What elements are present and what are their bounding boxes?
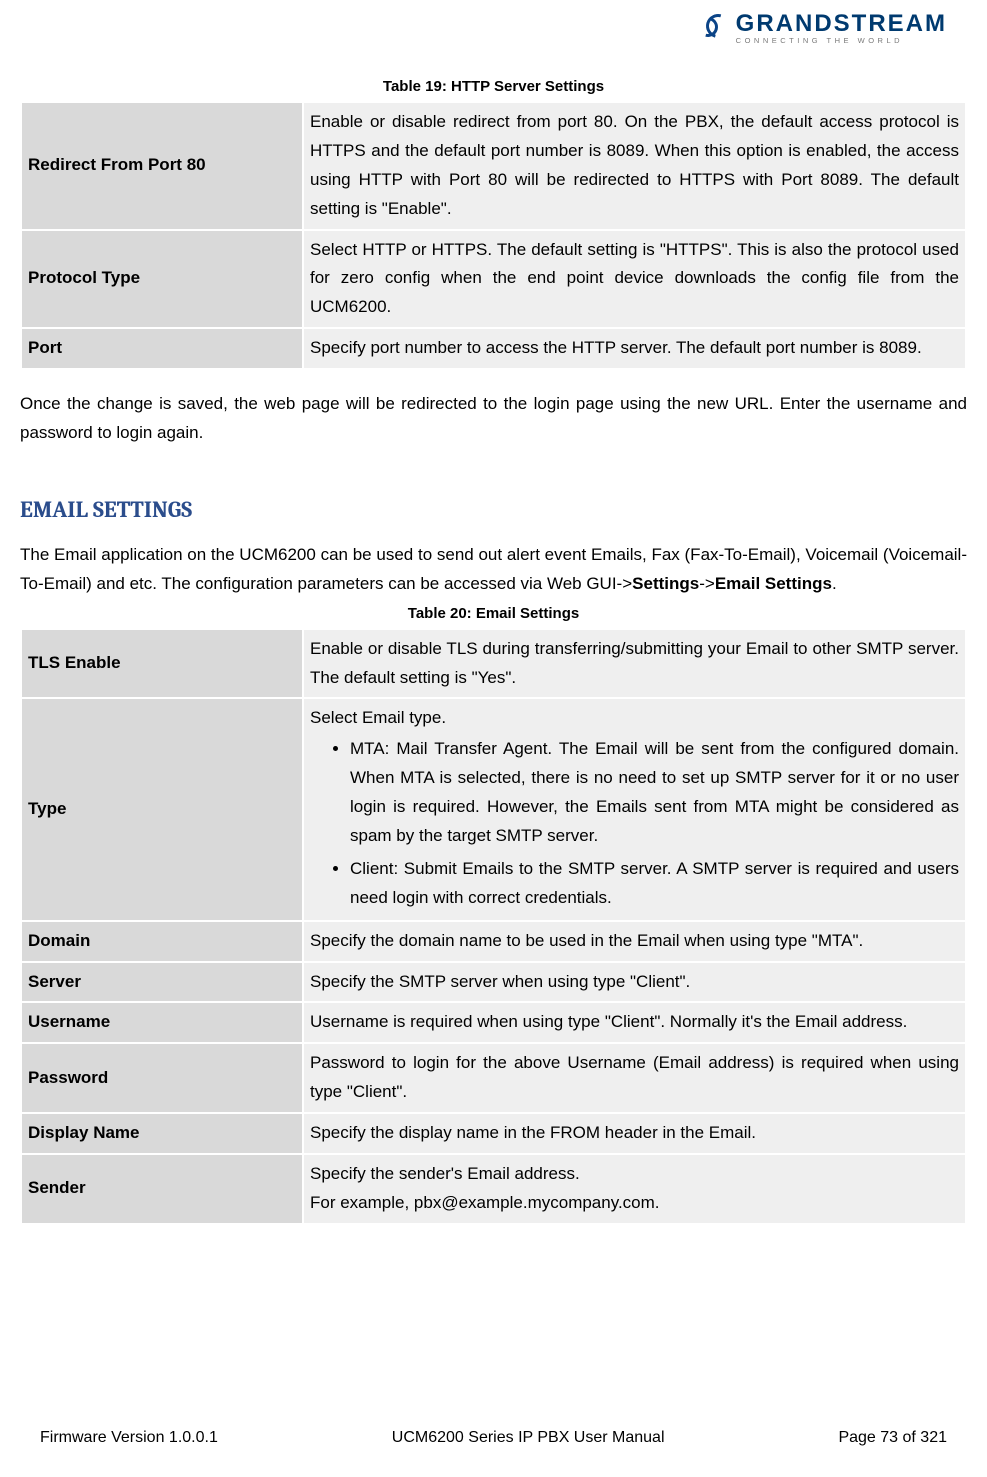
table-row: Password Password to login for the above… xyxy=(21,1043,966,1113)
grandstream-swirl-icon xyxy=(698,12,730,36)
table-row: Type Select Email type. MTA: Mail Transf… xyxy=(21,698,966,920)
email-intro-settings-bold: Settings xyxy=(632,574,699,593)
email-intro-emailsettings-bold: Email Settings xyxy=(715,574,832,593)
list-item: MTA: Mail Transfer Agent. The Email will… xyxy=(350,733,959,853)
row-label-tls: TLS Enable xyxy=(21,629,303,699)
row-desc-tls: Enable or disable TLS during transferrin… xyxy=(303,629,966,699)
table-row: Redirect From Port 80 Enable or disable … xyxy=(21,102,966,230)
logo-text: GRANDSTREAM xyxy=(698,10,947,38)
table-row: TLS Enable Enable or disable TLS during … xyxy=(21,629,966,699)
email-settings-heading: EMAIL SETTINGS xyxy=(20,468,967,541)
table-row: Protocol Type Select HTTP or HTTPS. The … xyxy=(21,230,966,329)
row-desc-domain: Specify the domain name to be used in th… xyxy=(303,921,966,962)
table-row: Display Name Specify the display name in… xyxy=(21,1113,966,1154)
table-row: Sender Specify the sender's Email addres… xyxy=(21,1154,966,1224)
sender-line2: For example, pbx@example.mycompany.com. xyxy=(310,1189,959,1218)
row-desc-displayname: Specify the display name in the FROM hea… xyxy=(303,1113,966,1154)
row-label-type: Type xyxy=(21,698,303,920)
type-options-list: MTA: Mail Transfer Agent. The Email will… xyxy=(310,733,959,914)
row-desc-server: Specify the SMTP server when using type … xyxy=(303,962,966,1003)
row-desc-port: Specify port number to access the HTTP s… xyxy=(303,328,966,369)
table-row: Domain Specify the domain name to be use… xyxy=(21,921,966,962)
type-intro-text: Select Email type. xyxy=(310,704,959,733)
row-label-domain: Domain xyxy=(21,921,303,962)
row-desc-password: Password to login for the above Username… xyxy=(303,1043,966,1113)
table-20-caption: Table 20: Email Settings xyxy=(20,603,967,628)
table-19-caption: Table 19: HTTP Server Settings xyxy=(20,58,967,101)
row-label-username: Username xyxy=(21,1002,303,1043)
sender-line1: Specify the sender's Email address. xyxy=(310,1160,959,1189)
row-label-redirect: Redirect From Port 80 xyxy=(21,102,303,230)
row-label-displayname: Display Name xyxy=(21,1113,303,1154)
row-label-server: Server xyxy=(21,962,303,1003)
list-item: Client: Submit Emails to the SMTP server… xyxy=(350,853,959,915)
redirect-note-paragraph: Once the change is saved, the web page w… xyxy=(20,370,967,468)
footer-page-number: Page 73 of 321 xyxy=(838,1429,947,1447)
row-desc-protocol: Select HTTP or HTTPS. The default settin… xyxy=(303,230,966,329)
email-settings-table: TLS Enable Enable or disable TLS during … xyxy=(20,628,967,1225)
table-row: Server Specify the SMTP server when usin… xyxy=(21,962,966,1003)
row-label-password: Password xyxy=(21,1043,303,1113)
row-desc-type: Select Email type. MTA: Mail Transfer Ag… xyxy=(303,698,966,920)
page-footer: Firmware Version 1.0.0.1 UCM6200 Series … xyxy=(40,1429,947,1447)
row-label-port: Port xyxy=(21,328,303,369)
logo-brand-text: GRANDSTREAM xyxy=(736,10,947,38)
footer-document-title: UCM6200 Series IP PBX User Manual xyxy=(392,1429,665,1447)
footer-firmware-version: Firmware Version 1.0.0.1 xyxy=(40,1429,218,1447)
row-label-protocol: Protocol Type xyxy=(21,230,303,329)
row-desc-username: Username is required when using type "Cl… xyxy=(303,1002,966,1043)
row-desc-sender: Specify the sender's Email address. For … xyxy=(303,1154,966,1224)
table-row: Username Username is required when using… xyxy=(21,1002,966,1043)
header-logo: GRANDSTREAM CONNECTING THE WORLD xyxy=(698,10,947,45)
email-intro-arrow: -> xyxy=(699,574,715,593)
http-server-settings-table: Redirect From Port 80 Enable or disable … xyxy=(20,101,967,370)
table-row: Port Specify port number to access the H… xyxy=(21,328,966,369)
email-intro-period: . xyxy=(832,574,837,593)
email-intro-paragraph: The Email application on the UCM6200 can… xyxy=(20,541,967,603)
header-logo-area: GRANDSTREAM CONNECTING THE WORLD xyxy=(0,0,987,58)
row-label-sender: Sender xyxy=(21,1154,303,1224)
row-desc-redirect: Enable or disable redirect from port 80.… xyxy=(303,102,966,230)
